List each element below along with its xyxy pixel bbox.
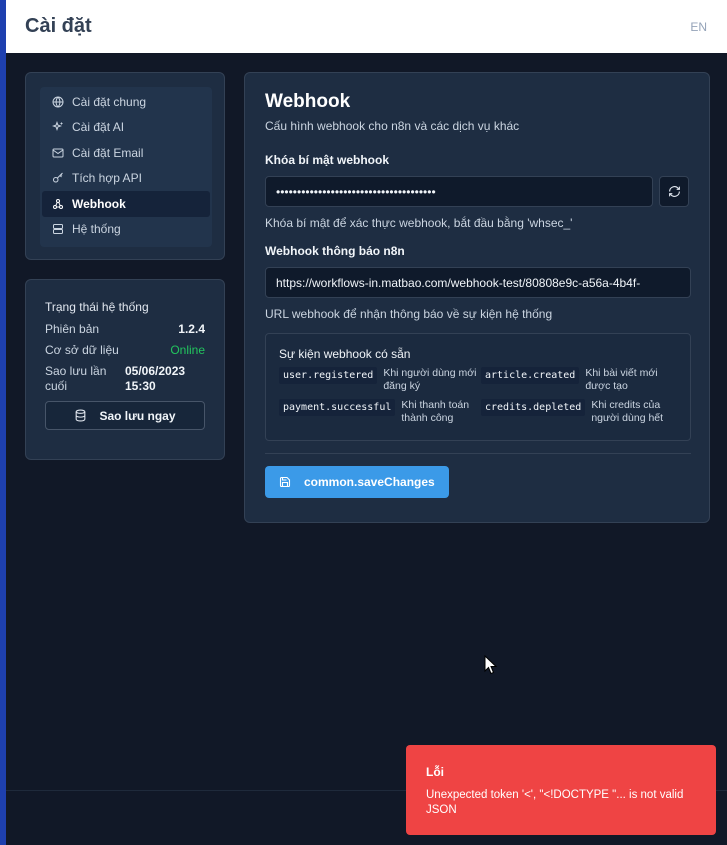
nav-item-label: Webhook: [72, 196, 126, 211]
page-header: Cài đặt EN: [6, 0, 727, 53]
server-icon: [53, 224, 63, 235]
status-backup-row: Sao lưu lần cuối 05/06/2023 15:30: [45, 364, 205, 394]
refresh-icon: [668, 186, 680, 197]
regenerate-secret-button[interactable]: [659, 176, 689, 207]
url-help-text: URL webhook để nhận thông báo về sự kiện…: [265, 307, 553, 321]
nav-item-label: Cài đặt Email: [72, 145, 144, 160]
status-title: Trạng thái hệ thống: [45, 300, 149, 314]
event-desc: Khi bài viết mới được tạo: [585, 367, 658, 392]
webhook-secret-input[interactable]: ••••••••••••••••••••••••••••••••••••••: [265, 176, 654, 207]
events-list: user.registered Khi người dùng mới đăng …: [279, 367, 677, 425]
error-toast[interactable]: Lỗi Unexpected token '<', "<!DOCTYPE "..…: [406, 745, 716, 835]
save-button-label: common.saveChanges: [304, 475, 435, 489]
nav-item-ai[interactable]: Cài đặt AI: [42, 115, 210, 141]
event-code: credits.depleted: [481, 399, 586, 416]
section-divider: [265, 453, 691, 454]
secret-row: ••••••••••••••••••••••••••••••••••••••: [265, 176, 689, 207]
key-icon: [53, 172, 63, 183]
section-subtitle: Cấu hình webhook cho n8n và các dịch vụ …: [265, 119, 520, 133]
event-desc: Khi người dùng mới đăng ký: [383, 367, 477, 392]
event-code: user.registered: [279, 367, 378, 384]
event-item: credits.depleted Khi credits của người d…: [481, 399, 681, 425]
mail-icon: [52, 148, 64, 158]
page-title: Cài đặt: [25, 15, 92, 37]
backup-now-button[interactable]: Sao lưu ngay: [45, 401, 205, 430]
event-code: payment.successful: [279, 399, 396, 416]
webhook-settings-card: Webhook Cấu hình webhook cho n8n và các …: [244, 72, 710, 523]
version-label: Phiên bản: [45, 322, 100, 336]
nav-item-email[interactable]: Cài đặt Email: [42, 140, 210, 166]
globe-icon: [52, 96, 64, 108]
db-label: Cơ sở dữ liệu: [45, 343, 119, 357]
nav-item-label: Hệ thống: [72, 222, 121, 237]
save-icon: [279, 476, 291, 488]
event-item: article.created Khi bài viết mới được tạ…: [481, 367, 681, 393]
settings-nav: Cài đặt chung Cài đặt AI Cài đặt Email T…: [40, 87, 212, 247]
version-value: 1.2.4: [178, 322, 205, 336]
backup-button-label: Sao lưu ngay: [99, 408, 176, 423]
url-field-label: Webhook thông báo n8n: [265, 244, 405, 258]
toast-title: Lỗi: [426, 765, 444, 779]
sparkles-icon: [52, 121, 63, 132]
backup-label: Sao lưu lần cuối: [45, 364, 107, 393]
event-desc: Khi thanh toán thành công: [401, 399, 470, 424]
nav-item-label: Cài đặt AI: [72, 120, 125, 135]
event-code: article.created: [481, 367, 580, 384]
nav-item-system[interactable]: Hệ thống: [42, 217, 210, 243]
settings-nav-card: Cài đặt chung Cài đặt AI Cài đặt Email T…: [25, 72, 225, 260]
webhook-url-input[interactable]: https://workflows-in.matbao.com/webhook-…: [265, 267, 691, 298]
database-icon: [76, 409, 86, 422]
available-events-box: Sự kiện webhook có sẵn user.registered K…: [265, 333, 691, 441]
backup-value: 05/06/2023 15:30: [125, 364, 186, 393]
nav-item-label: Cài đặt chung: [72, 94, 147, 109]
event-desc: Khi credits của người dùng hết: [591, 399, 664, 424]
section-title: Webhook: [265, 91, 351, 112]
nav-item-webhook[interactable]: Webhook: [42, 191, 210, 217]
secret-field-label: Khóa bí mật webhook: [265, 153, 390, 167]
nav-item-general[interactable]: Cài đặt chung: [42, 89, 210, 115]
system-status-card: Trạng thái hệ thống Phiên bản 1.2.4 Cơ s…: [25, 279, 225, 460]
secret-help-text: Khóa bí mật để xác thực webhook, bắt đầu…: [265, 216, 573, 230]
db-status-badge: Online: [170, 343, 205, 357]
status-version-row: Phiên bản 1.2.4: [45, 322, 205, 336]
nav-item-label: Tích hợp API: [72, 171, 142, 186]
save-changes-button[interactable]: common.saveChanges: [265, 466, 449, 498]
event-item: user.registered Khi người dùng mới đăng …: [279, 367, 479, 393]
events-title: Sự kiện webhook có sẵn: [279, 347, 411, 361]
webhook-icon: [53, 198, 63, 209]
event-item: payment.successful Khi thanh toán thành …: [279, 399, 479, 425]
toast-message: Unexpected token '<', "<!DOCTYPE "... is…: [426, 789, 684, 816]
mouse-cursor-icon: [484, 655, 498, 675]
language-switch[interactable]: EN: [690, 20, 707, 34]
status-db-row: Cơ sở dữ liệu Online: [45, 343, 205, 357]
nav-item-api[interactable]: Tích hợp API: [42, 166, 210, 192]
